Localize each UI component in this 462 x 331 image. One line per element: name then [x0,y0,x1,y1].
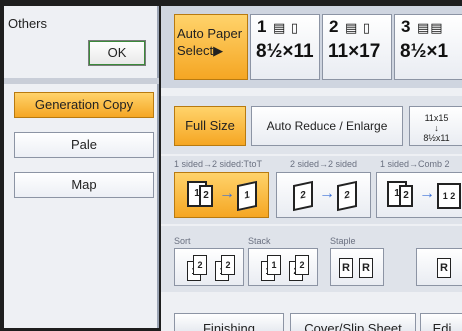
auto-paper-select-button[interactable]: Auto Paper Select▶ [174,14,248,80]
one-to-two-sided-button[interactable]: 1 2 → 1 [174,172,269,218]
tray-1-button[interactable]: 1 ▤ ▯ 8½×11 [250,14,320,80]
tray-2-button[interactable]: 2 ▤ ▯ 11×17 [322,14,392,80]
duplex-page-icon: 2 [337,180,357,212]
stack-button[interactable]: 1 1 2 2 [248,248,318,286]
auto-paper-label-1: Auto Paper [177,26,243,41]
arrow-right-icon: → [419,185,435,202]
staple-left-button[interactable]: R [416,248,462,286]
tray-size: 8½×1 [400,41,449,62]
paper-tray-icon: ▤ ▯ [273,20,300,35]
auto-reduce-enlarge-button[interactable]: Auto Reduce / Enlarge [251,106,403,146]
tray-size: 8½×11 [256,41,314,62]
generation-copy-button[interactable]: Generation Copy [14,92,154,118]
tray-number: 2 [329,17,339,36]
pale-button[interactable]: Pale [14,132,154,158]
combined-page-icon: 1 2 [437,183,461,209]
full-size-button[interactable]: Full Size [174,106,246,146]
map-button[interactable]: Map [14,172,154,198]
sort-label: Sort [174,236,191,246]
ok-button[interactable]: OK [88,40,146,66]
page-2-icon: 2 [399,185,413,207]
tab-cover-slip-sheet[interactable]: Cover/Slip Sheet [290,313,416,331]
arrow-right-icon: → [319,185,335,202]
staple-page-icon: R [359,258,373,278]
sort-stack-icon: 2 [221,255,235,275]
duplex-label: 1 sided→Comb 2 [380,159,450,169]
auto-paper-label-2: Select▶ [177,43,224,58]
page-2-icon: 2 [199,185,213,207]
tray-number: 1 [257,17,267,36]
duplex-page-icon: 1 [237,180,257,212]
duplex-label: 1 sided→2 sided:TtoT [174,159,263,169]
ratio-to: 8½x11 [423,133,450,143]
staple-top-left-button[interactable]: R R [330,248,384,286]
sort-button[interactable]: 1 2 1 2 [174,248,244,286]
stack-label: Stack [248,236,271,246]
staple-label: Staple [330,236,356,246]
duplex-page-icon: 2 [293,180,313,212]
tab-edit[interactable]: Edi [420,313,462,331]
staple-page-icon: R [437,258,451,278]
duplex-label: 2 sided→2 sided [290,159,358,169]
arrow-right-icon: → [219,185,235,202]
paper-tray-icon: ▤ ▯ [345,20,372,35]
tab-finishing[interactable]: Finishing [174,313,284,331]
one-to-combine-button[interactable]: 1 2 → 1 2 [376,172,462,218]
paper-tray-icon: ▤▤ [417,20,444,35]
tray-3-button[interactable]: 3 ▤▤ 8½×1 [394,14,462,80]
stack-icon: 2 [295,255,309,275]
preset-ratio-button[interactable]: 11x15 ↓ 8½x11 [409,106,462,146]
two-to-two-sided-button[interactable]: 2 → 2 [276,172,371,218]
panel-title: Others [8,16,48,31]
ratio-from: 11x15 [424,113,449,123]
staple-page-icon: R [339,258,353,278]
tray-number: 3 [401,17,411,36]
tray-size: 11×17 [328,41,381,62]
divider [4,78,159,84]
stack-icon: 1 [267,255,281,275]
sort-stack-icon: 2 [193,255,207,275]
down-arrow-icon: ↓ [434,123,439,133]
